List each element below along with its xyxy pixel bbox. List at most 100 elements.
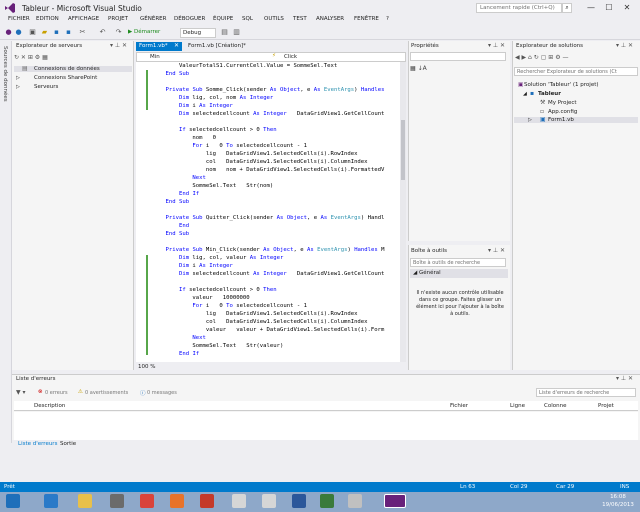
app-icon-2[interactable] — [348, 494, 362, 508]
menu-edition[interactable]: EDITION — [36, 16, 59, 22]
start-icon[interactable] — [6, 494, 20, 508]
pin-icon[interactable]: ▾ ⊥ ✕ — [616, 42, 633, 49]
column-column[interactable]: Colonne — [544, 403, 566, 409]
column-description[interactable]: Description — [34, 403, 65, 409]
editor-vertical-scrollbar[interactable] — [400, 62, 406, 362]
categorized-icon[interactable]: ▦ ↓A — [410, 65, 427, 72]
collapse-icon[interactable]: ◢ — [523, 91, 527, 97]
code-line: Private Sub Somme_Click(sender As Object… — [165, 87, 385, 93]
pin-icon[interactable]: ▾ ⊥ ✕ — [488, 42, 505, 49]
error-search-input[interactable]: Liste d'erreurs de recherche — [536, 388, 636, 397]
solution-search-input[interactable]: Rechercher Explorateur de solutions (Ct — [514, 67, 638, 76]
forward-icon[interactable]: ● — [14, 28, 23, 36]
word-icon[interactable] — [292, 494, 306, 508]
file-explorer-icon[interactable] — [78, 494, 92, 508]
data-sources-tab[interactable]: Sources de données — [2, 46, 8, 102]
change-indicator — [146, 70, 148, 110]
column-file[interactable]: Fichier — [450, 403, 468, 409]
toolbar-icon-b[interactable]: ▥ — [232, 28, 241, 36]
tree-item-solution[interactable]: Solution 'Tableur' (1 projet) — [524, 82, 599, 88]
menu-fenetre[interactable]: FENÊTRE — [354, 16, 379, 22]
configuration-dropdown[interactable]: Debug — [180, 28, 216, 38]
pin-icon[interactable]: ▾ ⊥ ✕ — [616, 375, 633, 382]
media-player-icon[interactable] — [110, 494, 124, 508]
event-dropdown[interactable]: Click — [284, 54, 297, 60]
column-line[interactable]: Ligne — [510, 403, 525, 409]
menu-affichage[interactable]: AFFICHAGE — [68, 16, 99, 22]
zoom-level[interactable]: 100 % — [138, 364, 155, 370]
filter-icon[interactable]: ▼ ▾ — [16, 389, 26, 396]
code-line: lig DataGridView1.SelectedCells(i).RowIn… — [152, 151, 358, 157]
cut-icon[interactable]: ✂ — [78, 28, 87, 36]
menu-equipe[interactable]: ÉQUIPE — [213, 16, 233, 22]
chrome-icon[interactable] — [140, 494, 154, 508]
tree-item-form1-vb[interactable]: Form1.vb — [514, 117, 638, 123]
menu-outils[interactable]: OUTILS — [264, 16, 284, 22]
visual-studio-taskbar-icon[interactable] — [384, 494, 406, 508]
tree-item-project[interactable]: Tableur — [538, 91, 561, 97]
minimize-button[interactable]: — — [584, 2, 598, 14]
save-all-icon[interactable]: ▪ — [64, 28, 73, 36]
clock-time: 16:08 — [610, 494, 626, 500]
quick-launch-input[interactable]: Lancement rapide (Ctrl+Q) — [476, 3, 562, 13]
warnings-filter-button[interactable]: 0 avertissements — [85, 390, 128, 396]
pin-icon[interactable]: ▾ ⊥ ✕ — [110, 42, 127, 49]
tree-item-data-connections[interactable]: Connexions de données — [14, 66, 132, 72]
menu-sql[interactable]: SQL — [242, 16, 253, 22]
menu-help[interactable]: ? — [386, 16, 389, 22]
image-viewer-icon[interactable] — [262, 494, 276, 508]
firefox-icon[interactable] — [170, 494, 184, 508]
app-icon[interactable] — [320, 494, 334, 508]
config-file-icon: ▫ — [540, 108, 545, 115]
menu-fichier[interactable]: FICHIER — [8, 16, 30, 22]
start-button[interactable]: ▶ Démarrer — [128, 29, 160, 35]
object-selector[interactable] — [410, 52, 506, 61]
toolbox-search-input[interactable]: Boîte à outils de recherche — [410, 258, 506, 267]
code-line: lig DataGridView1.SelectedCells(i).RowIn… — [152, 311, 358, 317]
save-icon[interactable]: ▪ — [52, 28, 61, 36]
code-line: ValeurTotalS1.CurrentCell.Value = SommeS… — [152, 63, 338, 69]
close-tab-icon[interactable]: ✕ — [174, 42, 179, 49]
close-button[interactable]: ✕ — [620, 2, 634, 14]
messages-filter-button[interactable]: 0 messages — [147, 390, 177, 396]
back-icon[interactable]: ● — [4, 28, 13, 36]
warning-icon: ⚠ — [78, 389, 83, 395]
document-icon[interactable] — [232, 494, 246, 508]
tab-error-list[interactable]: Liste d'erreurs — [18, 441, 57, 447]
maximize-button[interactable]: ☐ — [602, 2, 616, 14]
tab-form1-design[interactable]: Form1.vb [Création]* — [185, 42, 251, 51]
undo-icon[interactable]: ↶ — [98, 28, 107, 36]
tree-item-sharepoint[interactable]: Connexions SharePoint — [20, 75, 97, 81]
menu-projet[interactable]: PROJET — [108, 16, 128, 22]
pin-icon[interactable]: ▾ ⊥ ✕ — [488, 247, 505, 254]
expand-icon[interactable]: ▷ — [16, 84, 20, 90]
tab-output[interactable]: Sortie — [60, 441, 76, 447]
solution-explorer-toolbar[interactable]: ◀ ▶ ⌂ ↻ ▢ ⊞ ⚙ — — [515, 54, 569, 61]
scrollbar-thumb[interactable] — [401, 120, 405, 180]
menu-test[interactable]: TEST — [293, 16, 307, 22]
expand-icon[interactable]: ▷ — [528, 117, 532, 123]
internet-explorer-icon[interactable] — [44, 494, 58, 508]
toolbox-group-general[interactable]: ◢ Général — [410, 269, 508, 278]
toolbox-empty-message: Il n'existe aucun contrôle utilisable da… — [416, 290, 504, 317]
open-file-icon[interactable]: ▰ — [40, 28, 49, 36]
search-icon[interactable]: ⌕ — [562, 3, 572, 13]
filezilla-icon[interactable] — [200, 494, 214, 508]
errors-filter-button[interactable]: 0 erreurs — [45, 390, 68, 396]
column-project[interactable]: Projet — [598, 403, 614, 409]
menu-deboguer[interactable]: DÉBOGUER — [174, 16, 205, 22]
info-icon: ⓘ — [140, 391, 146, 397]
tree-item-servers[interactable]: Serveurs — [20, 84, 58, 90]
server-explorer-toolbar[interactable]: ↻ ✕ ⊞ ⚙ ▦ — [14, 54, 48, 61]
tree-item-app-config[interactable]: App.config — [548, 109, 577, 115]
new-project-icon[interactable]: ▣ — [28, 28, 37, 36]
code-line: Dim selectedcellcount As Integer DataGri… — [178, 271, 385, 277]
code-editor[interactable]: ValeurTotalS1.CurrentCell.Value = SommeS… — [136, 62, 402, 362]
menu-generer[interactable]: GÉNÉRER — [140, 16, 166, 22]
toolbar-icon-a[interactable]: ▤ — [220, 28, 229, 36]
tree-item-my-project[interactable]: My Project — [548, 100, 577, 106]
menu-analyser[interactable]: ANALYSER — [316, 16, 344, 22]
redo-icon[interactable]: ↷ — [114, 28, 123, 36]
member-dropdown[interactable]: Min — [150, 54, 160, 60]
expand-icon[interactable]: ▷ — [16, 75, 20, 81]
